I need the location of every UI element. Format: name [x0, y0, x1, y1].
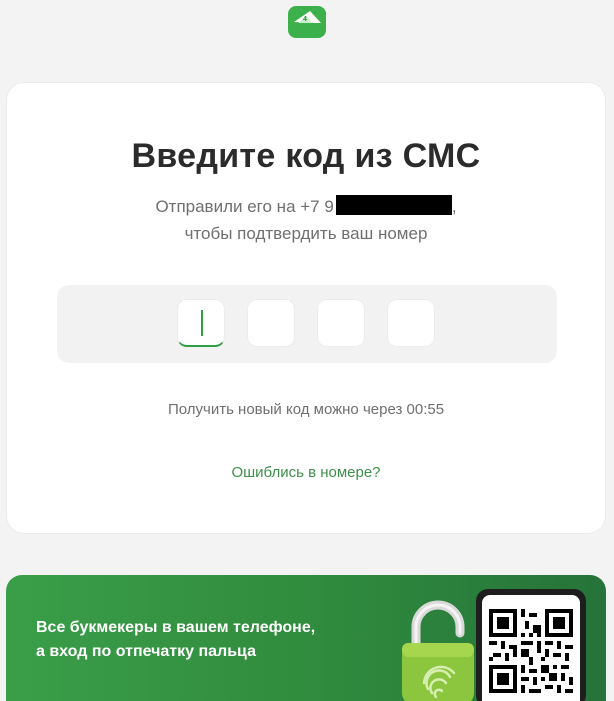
- promo-text: Все букмекеры в вашем телефоне, а вход п…: [36, 616, 315, 664]
- app-logo-icon: 4: [288, 6, 326, 38]
- code-digit-4[interactable]: [387, 299, 435, 347]
- svg-text:4: 4: [303, 16, 307, 23]
- fingerprint-padlock-icon: [398, 597, 486, 701]
- verification-card: Введите код из СМС Отправили его на +7 9…: [6, 82, 606, 534]
- confirm-line: чтобы подтвердить ваш номер: [184, 224, 428, 243]
- sent-to-text: Отправили его на +7 9, чтобы подтвердить…: [7, 193, 605, 247]
- code-digit-2[interactable]: [247, 299, 295, 347]
- code-input-group: [57, 285, 557, 363]
- phone-mockup: [476, 589, 586, 701]
- text-caret: [201, 310, 203, 336]
- redacted-phone: [335, 195, 452, 215]
- sent-suffix: ,: [451, 197, 457, 216]
- code-digit-3[interactable]: [317, 299, 365, 347]
- phone-screen: [482, 595, 580, 701]
- promo-line-1: Все букмекеры в вашем телефоне,: [36, 619, 316, 636]
- resend-timer: Получить новый код можно через 00:55: [167, 401, 445, 418]
- promo-line-2: а вход по отпечатку пальца: [36, 643, 256, 660]
- qr-code-icon: [489, 609, 573, 698]
- promo-banner[interactable]: Все букмекеры в вашем телефоне, а вход п…: [6, 575, 606, 701]
- code-digit-1[interactable]: [177, 299, 225, 347]
- sent-prefix: Отправили его на +7 9: [155, 197, 334, 216]
- sent-to-line: Отправили его на +7 9,: [7, 193, 605, 220]
- wrong-number-link[interactable]: Ошиблись в номере?: [7, 464, 605, 481]
- page-title: Введите код из СМС: [131, 137, 481, 175]
